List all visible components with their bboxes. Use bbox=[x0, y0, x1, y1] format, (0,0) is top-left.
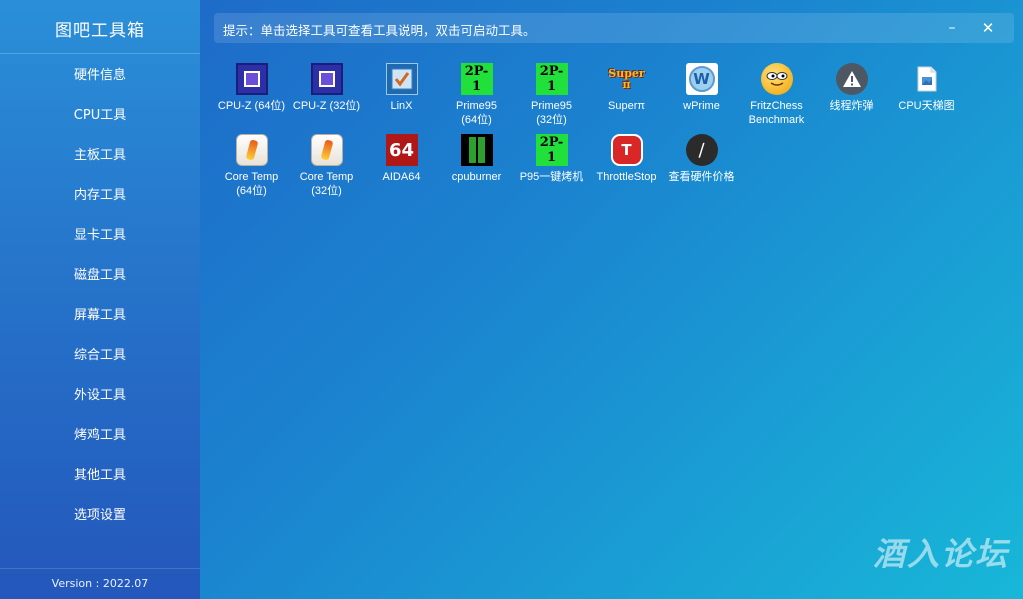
sidebar-item-disk-tools[interactable]: 磁盘工具 bbox=[0, 256, 200, 296]
tool-label: P95一键烤机 bbox=[519, 171, 584, 183]
version-label: Version : 2022.07 bbox=[51, 577, 149, 590]
tool-cpuburner[interactable]: cpuburner bbox=[439, 131, 514, 202]
wprime-icon: W bbox=[685, 63, 718, 95]
prime95-icon: 2P-1 bbox=[535, 134, 568, 166]
sidebar-item-screen-tools[interactable]: 屏幕工具 bbox=[0, 296, 200, 336]
tool-label: 查看硬件价格 bbox=[668, 171, 735, 183]
tool-hardware-price[interactable]: ∕ 查看硬件价格 bbox=[664, 131, 739, 202]
price-icon: ∕ bbox=[685, 134, 718, 166]
tool-wprime[interactable]: W wPrime bbox=[664, 60, 739, 131]
tool-label: ThrottleStop bbox=[596, 171, 657, 183]
tool-label: wPrime bbox=[683, 100, 720, 112]
tool-linx[interactable]: LinX bbox=[364, 60, 439, 131]
fritz-icon bbox=[760, 63, 793, 95]
divider bbox=[0, 53, 200, 54]
tool-label: Prime95 (64位) bbox=[456, 100, 497, 126]
app-title: 图吧工具箱 bbox=[55, 21, 145, 41]
sidebar-nav: 硬件信息 CPU工具 主板工具 内存工具 显卡工具 磁盘工具 屏幕工具 综合工具… bbox=[0, 56, 200, 536]
tool-coretemp-32[interactable]: Core Temp (32位) bbox=[289, 131, 364, 202]
sidebar-item-memory-tools[interactable]: 内存工具 bbox=[0, 176, 200, 216]
sidebar-item-peripheral-tools[interactable]: 外设工具 bbox=[0, 376, 200, 416]
linx-icon bbox=[385, 63, 418, 95]
hint-text: 提示：单击选择工具可查看工具说明，双击可启动工具。 bbox=[223, 23, 536, 38]
tool-label: Superπ bbox=[608, 100, 645, 112]
tool-superpi[interactable]: Super π Superπ bbox=[589, 60, 664, 131]
sidebar-item-general-tools[interactable]: 综合工具 bbox=[0, 336, 200, 376]
tool-thread-bomb[interactable]: 线程炸弹 bbox=[814, 60, 889, 131]
tool-label: AIDA64 bbox=[382, 171, 421, 183]
coretemp-icon bbox=[235, 134, 268, 166]
tool-coretemp-64[interactable]: Core Temp (64位) bbox=[214, 131, 289, 202]
sidebar-item-motherboard-tools[interactable]: 主板工具 bbox=[0, 136, 200, 176]
close-button[interactable]: ✕ bbox=[976, 17, 1000, 39]
tool-label: LinX bbox=[390, 100, 413, 112]
tool-label: 线程炸弹 bbox=[829, 100, 874, 112]
warning-icon bbox=[835, 63, 868, 95]
tool-fritzchess[interactable]: FritzChess Benchmark bbox=[739, 60, 814, 131]
tool-label: Core Temp (32位) bbox=[299, 171, 354, 197]
tool-label: CPU-Z (32位) bbox=[292, 100, 361, 112]
image-file-icon bbox=[911, 63, 943, 95]
tool-grid: CPU-Z (64位) CPU-Z (32位) LinX 2P-1 Prime9… bbox=[214, 60, 974, 202]
sidebar-item-other-tools[interactable]: 其他工具 bbox=[0, 456, 200, 496]
tool-aida64[interactable]: 64 AIDA64 bbox=[364, 131, 439, 202]
prime95-icon: 2P-1 bbox=[460, 63, 493, 95]
sidebar-item-cpu-tools[interactable]: CPU工具 bbox=[0, 96, 200, 136]
tool-label: FritzChess Benchmark bbox=[748, 100, 805, 126]
sidebar-item-gpu-tools[interactable]: 显卡工具 bbox=[0, 216, 200, 256]
sidebar: 图吧工具箱 硬件信息 CPU工具 主板工具 内存工具 显卡工具 磁盘工具 屏幕工… bbox=[0, 0, 200, 599]
prime95-icon: 2P-1 bbox=[535, 63, 568, 95]
throttlestop-icon: T bbox=[610, 134, 643, 166]
tool-label: CPU天梯图 bbox=[898, 100, 955, 112]
tool-p95-one-click[interactable]: 2P-1 P95一键烤机 bbox=[514, 131, 589, 202]
sidebar-item-hardware-info[interactable]: 硬件信息 bbox=[0, 56, 200, 96]
tool-cpu-z-64[interactable]: CPU-Z (64位) bbox=[214, 60, 289, 131]
tool-label: Prime95 (32位) bbox=[531, 100, 572, 126]
cpu-z-icon bbox=[235, 63, 268, 95]
tool-cpu-ladder[interactable]: CPU天梯图 bbox=[889, 60, 964, 131]
watermark-logo: 酒入论坛 bbox=[872, 535, 1009, 573]
tool-prime95-64[interactable]: 2P-1 Prime95 (64位) bbox=[439, 60, 514, 131]
coretemp-icon bbox=[310, 134, 343, 166]
aida64-icon: 64 bbox=[385, 134, 418, 166]
tool-label: CPU-Z (64位) bbox=[217, 100, 286, 112]
tool-label: cpuburner bbox=[451, 171, 502, 183]
cpu-z-icon bbox=[310, 63, 343, 95]
tool-throttlestop[interactable]: T ThrottleStop bbox=[589, 131, 664, 202]
tool-label: Core Temp (64位) bbox=[224, 171, 279, 197]
tool-cpu-z-32[interactable]: CPU-Z (32位) bbox=[289, 60, 364, 131]
tool-prime95-32[interactable]: 2P-1 Prime95 (32位) bbox=[514, 60, 589, 131]
hint-bar: 提示：单击选择工具可查看工具说明，双击可启动工具。 – ✕ bbox=[214, 13, 1014, 43]
sidebar-item-settings[interactable]: 选项设置 bbox=[0, 496, 200, 536]
superpi-icon: Super π bbox=[608, 67, 645, 91]
divider bbox=[0, 568, 200, 569]
sidebar-item-stress-tools[interactable]: 烤鸡工具 bbox=[0, 416, 200, 456]
minimize-button[interactable]: – bbox=[940, 17, 964, 39]
cpuburner-icon bbox=[460, 134, 493, 166]
